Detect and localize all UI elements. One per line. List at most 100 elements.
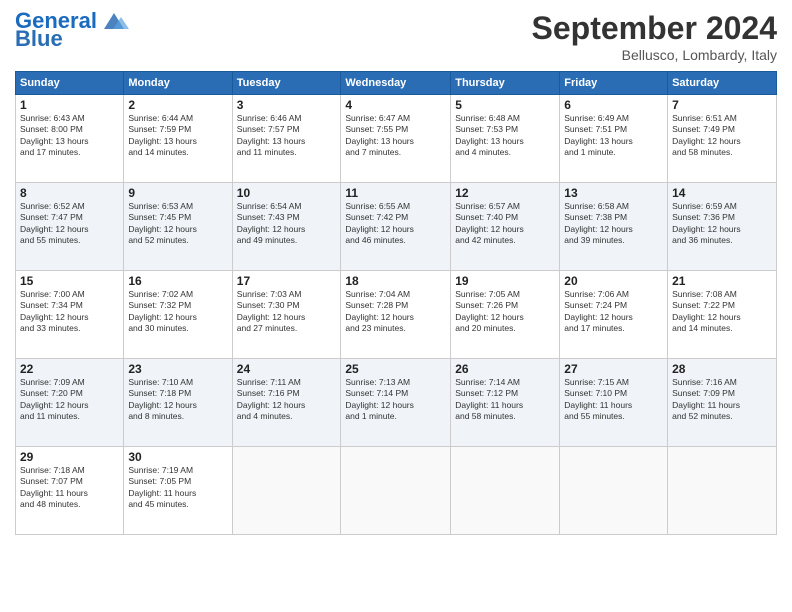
month-title: September 2024 xyxy=(532,10,777,47)
day-number: 15 xyxy=(20,274,119,288)
day-info: Sunrise: 6:54 AM Sunset: 7:43 PM Dayligh… xyxy=(237,201,337,247)
day-number: 23 xyxy=(128,362,227,376)
table-row: 8Sunrise: 6:52 AM Sunset: 7:47 PM Daylig… xyxy=(16,183,124,271)
table-row: 7Sunrise: 6:51 AM Sunset: 7:49 PM Daylig… xyxy=(668,95,777,183)
day-info: Sunrise: 6:59 AM Sunset: 7:36 PM Dayligh… xyxy=(672,201,772,247)
calendar-week-4: 22Sunrise: 7:09 AM Sunset: 7:20 PM Dayli… xyxy=(16,359,777,447)
day-info: Sunrise: 6:44 AM Sunset: 7:59 PM Dayligh… xyxy=(128,113,227,159)
table-row: 9Sunrise: 6:53 AM Sunset: 7:45 PM Daylig… xyxy=(124,183,232,271)
day-number: 25 xyxy=(345,362,446,376)
day-number: 1 xyxy=(20,98,119,112)
day-info: Sunrise: 7:03 AM Sunset: 7:30 PM Dayligh… xyxy=(237,289,337,335)
table-row: 26Sunrise: 7:14 AM Sunset: 7:12 PM Dayli… xyxy=(451,359,560,447)
table-row: 3Sunrise: 6:46 AM Sunset: 7:57 PM Daylig… xyxy=(232,95,341,183)
table-row: 25Sunrise: 7:13 AM Sunset: 7:14 PM Dayli… xyxy=(341,359,451,447)
col-thursday: Thursday xyxy=(451,72,560,95)
table-row: 19Sunrise: 7:05 AM Sunset: 7:26 PM Dayli… xyxy=(451,271,560,359)
day-number: 21 xyxy=(672,274,772,288)
table-row: 1Sunrise: 6:43 AM Sunset: 8:00 PM Daylig… xyxy=(16,95,124,183)
day-number: 17 xyxy=(237,274,337,288)
day-number: 6 xyxy=(564,98,663,112)
table-row: 24Sunrise: 7:11 AM Sunset: 7:16 PM Dayli… xyxy=(232,359,341,447)
logo-icon xyxy=(99,11,129,31)
day-number: 4 xyxy=(345,98,446,112)
day-info: Sunrise: 6:49 AM Sunset: 7:51 PM Dayligh… xyxy=(564,113,663,159)
table-row: 4Sunrise: 6:47 AM Sunset: 7:55 PM Daylig… xyxy=(341,95,451,183)
table-row: 21Sunrise: 7:08 AM Sunset: 7:22 PM Dayli… xyxy=(668,271,777,359)
day-number: 10 xyxy=(237,186,337,200)
table-row xyxy=(232,447,341,535)
day-info: Sunrise: 6:57 AM Sunset: 7:40 PM Dayligh… xyxy=(455,201,555,247)
day-info: Sunrise: 7:02 AM Sunset: 7:32 PM Dayligh… xyxy=(128,289,227,335)
table-row: 17Sunrise: 7:03 AM Sunset: 7:30 PM Dayli… xyxy=(232,271,341,359)
day-info: Sunrise: 7:19 AM Sunset: 7:05 PM Dayligh… xyxy=(128,465,227,511)
day-number: 2 xyxy=(128,98,227,112)
day-info: Sunrise: 7:09 AM Sunset: 7:20 PM Dayligh… xyxy=(20,377,119,423)
day-info: Sunrise: 7:08 AM Sunset: 7:22 PM Dayligh… xyxy=(672,289,772,335)
day-number: 12 xyxy=(455,186,555,200)
day-number: 19 xyxy=(455,274,555,288)
day-info: Sunrise: 6:52 AM Sunset: 7:47 PM Dayligh… xyxy=(20,201,119,247)
table-row xyxy=(451,447,560,535)
table-row xyxy=(560,447,668,535)
day-number: 20 xyxy=(564,274,663,288)
day-number: 13 xyxy=(564,186,663,200)
table-row: 6Sunrise: 6:49 AM Sunset: 7:51 PM Daylig… xyxy=(560,95,668,183)
table-row: 29Sunrise: 7:18 AM Sunset: 7:07 PM Dayli… xyxy=(16,447,124,535)
calendar-header-row: Sunday Monday Tuesday Wednesday Thursday… xyxy=(16,72,777,95)
col-saturday: Saturday xyxy=(668,72,777,95)
col-tuesday: Tuesday xyxy=(232,72,341,95)
day-number: 8 xyxy=(20,186,119,200)
table-row: 11Sunrise: 6:55 AM Sunset: 7:42 PM Dayli… xyxy=(341,183,451,271)
day-info: Sunrise: 6:55 AM Sunset: 7:42 PM Dayligh… xyxy=(345,201,446,247)
table-row: 27Sunrise: 7:15 AM Sunset: 7:10 PM Dayli… xyxy=(560,359,668,447)
day-info: Sunrise: 6:43 AM Sunset: 8:00 PM Dayligh… xyxy=(20,113,119,159)
day-info: Sunrise: 6:53 AM Sunset: 7:45 PM Dayligh… xyxy=(128,201,227,247)
day-number: 14 xyxy=(672,186,772,200)
day-info: Sunrise: 7:13 AM Sunset: 7:14 PM Dayligh… xyxy=(345,377,446,423)
day-info: Sunrise: 7:11 AM Sunset: 7:16 PM Dayligh… xyxy=(237,377,337,423)
logo-blue-text: Blue xyxy=(15,28,63,50)
table-row: 14Sunrise: 6:59 AM Sunset: 7:36 PM Dayli… xyxy=(668,183,777,271)
day-info: Sunrise: 7:00 AM Sunset: 7:34 PM Dayligh… xyxy=(20,289,119,335)
calendar-week-2: 8Sunrise: 6:52 AM Sunset: 7:47 PM Daylig… xyxy=(16,183,777,271)
day-number: 9 xyxy=(128,186,227,200)
calendar-table: Sunday Monday Tuesday Wednesday Thursday… xyxy=(15,71,777,535)
table-row: 28Sunrise: 7:16 AM Sunset: 7:09 PM Dayli… xyxy=(668,359,777,447)
col-monday: Monday xyxy=(124,72,232,95)
col-sunday: Sunday xyxy=(16,72,124,95)
main-container: General Blue September 2024 Bellusco, Lo… xyxy=(0,0,792,545)
day-number: 22 xyxy=(20,362,119,376)
day-number: 16 xyxy=(128,274,227,288)
day-info: Sunrise: 7:10 AM Sunset: 7:18 PM Dayligh… xyxy=(128,377,227,423)
title-section: September 2024 Bellusco, Lombardy, Italy xyxy=(532,10,777,63)
day-info: Sunrise: 6:58 AM Sunset: 7:38 PM Dayligh… xyxy=(564,201,663,247)
table-row: 15Sunrise: 7:00 AM Sunset: 7:34 PM Dayli… xyxy=(16,271,124,359)
day-info: Sunrise: 6:47 AM Sunset: 7:55 PM Dayligh… xyxy=(345,113,446,159)
table-row: 30Sunrise: 7:19 AM Sunset: 7:05 PM Dayli… xyxy=(124,447,232,535)
table-row: 16Sunrise: 7:02 AM Sunset: 7:32 PM Dayli… xyxy=(124,271,232,359)
day-info: Sunrise: 7:16 AM Sunset: 7:09 PM Dayligh… xyxy=(672,377,772,423)
table-row: 23Sunrise: 7:10 AM Sunset: 7:18 PM Dayli… xyxy=(124,359,232,447)
table-row: 10Sunrise: 6:54 AM Sunset: 7:43 PM Dayli… xyxy=(232,183,341,271)
table-row xyxy=(341,447,451,535)
day-info: Sunrise: 6:48 AM Sunset: 7:53 PM Dayligh… xyxy=(455,113,555,159)
day-number: 3 xyxy=(237,98,337,112)
day-number: 29 xyxy=(20,450,119,464)
table-row: 18Sunrise: 7:04 AM Sunset: 7:28 PM Dayli… xyxy=(341,271,451,359)
col-wednesday: Wednesday xyxy=(341,72,451,95)
day-number: 11 xyxy=(345,186,446,200)
day-info: Sunrise: 7:18 AM Sunset: 7:07 PM Dayligh… xyxy=(20,465,119,511)
table-row: 5Sunrise: 6:48 AM Sunset: 7:53 PM Daylig… xyxy=(451,95,560,183)
day-number: 30 xyxy=(128,450,227,464)
day-number: 18 xyxy=(345,274,446,288)
day-info: Sunrise: 7:14 AM Sunset: 7:12 PM Dayligh… xyxy=(455,377,555,423)
day-info: Sunrise: 7:06 AM Sunset: 7:24 PM Dayligh… xyxy=(564,289,663,335)
header: General Blue September 2024 Bellusco, Lo… xyxy=(15,10,777,63)
calendar-week-3: 15Sunrise: 7:00 AM Sunset: 7:34 PM Dayli… xyxy=(16,271,777,359)
day-number: 5 xyxy=(455,98,555,112)
calendar-week-5: 29Sunrise: 7:18 AM Sunset: 7:07 PM Dayli… xyxy=(16,447,777,535)
day-info: Sunrise: 7:05 AM Sunset: 7:26 PM Dayligh… xyxy=(455,289,555,335)
location-subtitle: Bellusco, Lombardy, Italy xyxy=(532,47,777,63)
day-number: 28 xyxy=(672,362,772,376)
